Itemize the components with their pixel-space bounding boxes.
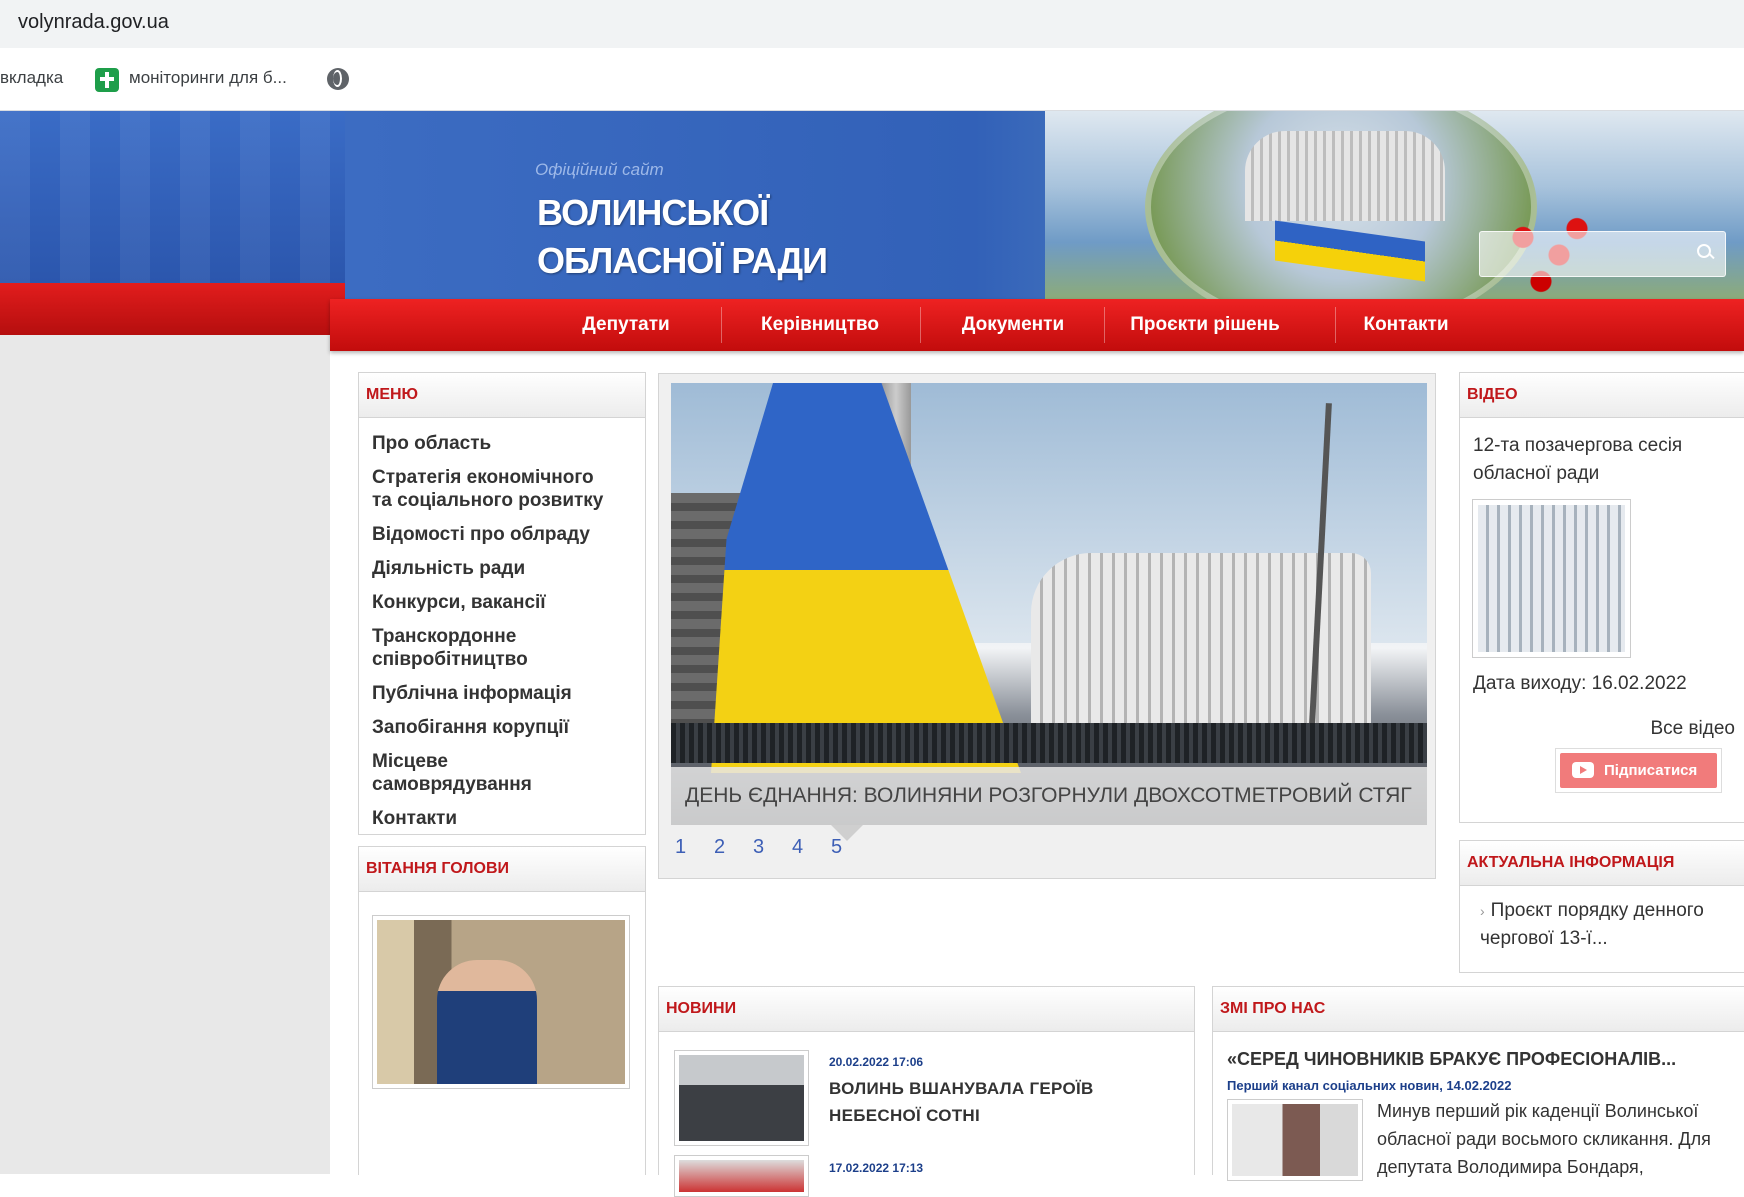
site-title-line1: ВОЛИНСЬКОЇ [537, 192, 769, 233]
menu-item-strategy[interactable]: Стратегія економічного та соціального ро… [372, 466, 612, 512]
pager-4[interactable]: 4 [792, 836, 831, 859]
main-nav: Депутати Керівництво Документи Проєкти р… [330, 299, 1744, 351]
menu-item-vacancies[interactable]: Конкурси, вакансії [372, 591, 612, 614]
site-title[interactable]: ВОЛИНСЬКОЇ ОБЛАСНОЇ РАДИ [537, 189, 828, 285]
news-box: НОВИНИ 20.02.2022 17:06 ВОЛИНЬ ВШАНУВАЛА… [658, 986, 1195, 1197]
video-box: ВІДЕО 12-та позачергова сесія обласної р… [1459, 372, 1744, 823]
news-title[interactable]: ВОЛИНЬ ВШАНУВАЛА ГЕРОЇВ НЕБЕСНОЇ СОТНІ [829, 1075, 1129, 1129]
nav-separator [1104, 307, 1105, 343]
news-heading: НОВИНИ [659, 987, 1194, 1032]
media-title[interactable]: «СЕРЕД ЧИНОВНИКІВ БРАКУЄ ПРОФЕСІОНАЛІВ..… [1227, 1049, 1676, 1070]
pager-1[interactable]: 1 [675, 836, 714, 859]
video-thumbnail-image [1478, 505, 1625, 652]
pager-5[interactable]: 5 [831, 836, 870, 859]
video-date: Дата виходу: 16.02.2022 [1473, 673, 1687, 694]
pager-3[interactable]: 3 [753, 836, 792, 859]
news-thumb[interactable] [674, 1050, 809, 1146]
search-icon[interactable] [1697, 244, 1711, 258]
video-title[interactable]: 12-та позачергова сесія обласної ради [1460, 418, 1744, 488]
arrow-icon: › [1480, 903, 1485, 919]
menu-item-crossborder[interactable]: Транскордонне співробітництво [372, 625, 612, 671]
menu-heading: МЕНЮ [359, 373, 645, 418]
media-heading: ЗМІ ПРО НАС [1213, 987, 1744, 1032]
subscribe-label: Підписатися [1604, 762, 1698, 779]
media-text: Минув перший рік каденції Волинської обл… [1377, 1101, 1711, 1177]
menu-item-region[interactable]: Про область [372, 432, 612, 455]
pager-2[interactable]: 2 [714, 836, 753, 859]
actual-info-text: Проєкт порядку денного чергової 13-ї... [1480, 900, 1704, 949]
slide-caption[interactable]: ДЕНЬ ЄДНАННЯ: ВОЛИНЯНИ РОЗГОРНУЛИ ДВОХСО… [671, 767, 1427, 825]
news-thumb-image [679, 1160, 804, 1192]
address-bar[interactable]: volynrada.gov.ua [0, 0, 1744, 48]
video-heading: ВІДЕО [1460, 373, 1744, 418]
news-thumb-image [679, 1055, 804, 1141]
actual-info-heading: АКТУАЛЬНА ІНФОРМАЦІЯ [1460, 841, 1744, 886]
menu-item-activity[interactable]: Діяльність ради [372, 557, 612, 580]
header-building [1245, 131, 1445, 221]
news-date: 17.02.2022 17:13 [829, 1161, 924, 1175]
chairman-photo[interactable] [372, 915, 630, 1089]
menu-item-self-government[interactable]: Місцеве самоврядування [372, 750, 612, 796]
greeting-heading: ВІТАННЯ ГОЛОВИ [359, 847, 645, 892]
menu-item-public-info[interactable]: Публічна інформація [372, 682, 612, 705]
actual-info-item[interactable]: › Проєкт порядку денного чергової 13-ї... [1480, 897, 1735, 953]
page: Офіційний сайт ВОЛИНСЬКОЇ ОБЛАСНОЇ РАДИ … [0, 111, 1744, 1197]
nav-separator [1335, 307, 1336, 343]
video-thumbnail[interactable] [1472, 499, 1631, 658]
menu-item-contacts[interactable]: Контакти [372, 807, 612, 830]
globe-icon[interactable] [327, 68, 349, 90]
media-thumb-image [1232, 1104, 1358, 1176]
left-red-stripe [0, 283, 345, 335]
nav-deputies[interactable]: Депутати [561, 299, 691, 351]
all-videos-link[interactable]: Все відео [1650, 718, 1735, 740]
news-thumb[interactable] [674, 1155, 809, 1197]
news-slider: ДЕНЬ ЄДНАННЯ: ВОЛИНЯНИ РОЗГОРНУЛИ ДВОХСО… [658, 373, 1436, 879]
bookmarks-bar: вкладка моніторинги для б... [0, 48, 1744, 111]
search-input[interactable] [1479, 231, 1726, 277]
nav-draft-decisions[interactable]: Проєкти рішень [1120, 299, 1290, 351]
url-text[interactable]: volynrada.gov.ua [18, 11, 169, 34]
chairman-figure [437, 960, 537, 1084]
menu-list: Про область Стратегія економічного та со… [359, 418, 645, 830]
youtube-icon [1572, 762, 1594, 778]
slide-crowd [671, 723, 1427, 763]
site-subtitle: Офіційний сайт [535, 160, 664, 179]
cross-icon [95, 68, 119, 92]
media-source: Перший канал соціальних новин, 14.02.202… [1227, 1078, 1512, 1093]
site-title-line2: ОБЛАСНОЇ РАДИ [537, 240, 828, 281]
menu-box: МЕНЮ Про область Стратегія економічного … [358, 372, 646, 835]
nav-leadership[interactable]: Керівництво [745, 299, 895, 351]
slider-pager: 12345 [675, 836, 870, 859]
bookmark-monitoring[interactable]: моніторинги для б... [129, 68, 287, 88]
bookmark-tab[interactable]: вкладка [0, 68, 63, 88]
nav-documents[interactable]: Документи [938, 299, 1088, 351]
nav-contacts[interactable]: Контакти [1346, 299, 1466, 351]
greeting-box: ВІТАННЯ ГОЛОВИ [358, 846, 646, 1175]
subscribe-button[interactable]: Підписатися [1555, 748, 1722, 793]
menu-item-about-council[interactable]: Відомості про облраду [372, 523, 612, 546]
chairman-photo-image [377, 920, 625, 1084]
media-box: ЗМІ ПРО НАС «СЕРЕД ЧИНОВНИКІВ БРАКУЄ ПРО… [1212, 986, 1744, 1181]
left-pattern [0, 111, 345, 283]
actual-info-box: АКТУАЛЬНА ІНФОРМАЦІЯ › Проєкт порядку ден… [1459, 840, 1744, 973]
nav-separator [721, 307, 722, 343]
menu-item-anticorruption[interactable]: Запобігання корупції [372, 716, 612, 739]
slide-image[interactable] [671, 383, 1427, 825]
news-date: 20.02.2022 17:06 [829, 1055, 924, 1069]
nav-separator [920, 307, 921, 343]
media-thumb[interactable] [1227, 1099, 1363, 1181]
